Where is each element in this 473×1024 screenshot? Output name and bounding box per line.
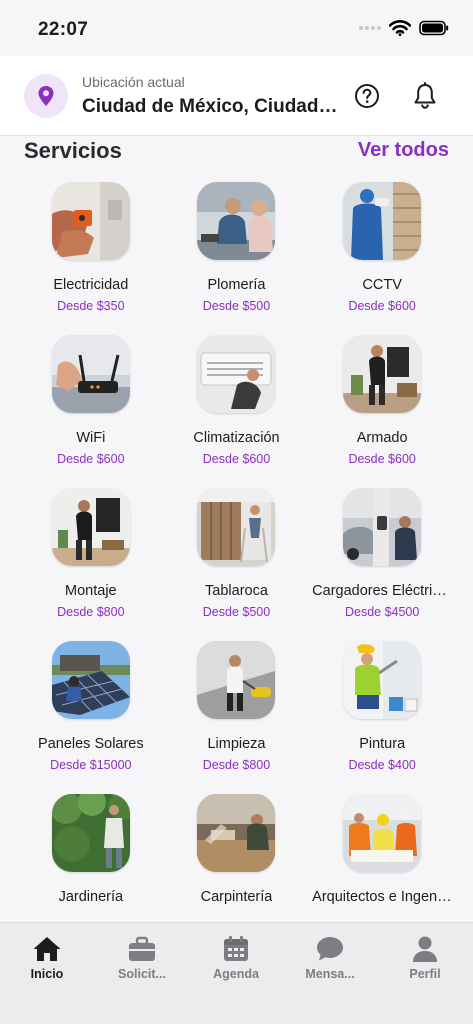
service-card-paneles-solares[interactable]: Paneles Solares Desde $15000 bbox=[18, 641, 164, 794]
painter-photo bbox=[343, 641, 422, 719]
ev-charger-photo bbox=[343, 488, 422, 566]
chat-icon bbox=[317, 937, 343, 961]
section-title: Servicios bbox=[24, 138, 122, 163]
service-name: WiFi bbox=[76, 430, 106, 446]
service-name: Paneles Solares bbox=[38, 736, 144, 752]
tab-perfil[interactable]: Perfil bbox=[385, 935, 465, 981]
status-icons bbox=[359, 20, 449, 36]
services-section-header: Servicios Ver todos bbox=[0, 136, 473, 166]
plumber-photo bbox=[197, 182, 276, 260]
solar-panels-photo bbox=[51, 641, 130, 719]
service-price: Desde $500 bbox=[202, 299, 271, 313]
service-name: Tablaroca bbox=[205, 583, 268, 599]
help-icon[interactable] bbox=[353, 82, 381, 110]
service-price: Desde $800 bbox=[202, 758, 271, 772]
tab-label: Solicit... bbox=[118, 967, 166, 981]
service-name: Plomería bbox=[207, 277, 266, 293]
service-price: Desde $600 bbox=[57, 452, 125, 466]
status-bar: 22:07 bbox=[0, 0, 473, 56]
tab-label: Mensa... bbox=[305, 967, 355, 981]
service-price: Desde $600 bbox=[348, 452, 416, 466]
cleaning-photo bbox=[197, 641, 276, 719]
tab-label: Perfil bbox=[409, 967, 441, 981]
tab-inicio[interactable]: Inicio bbox=[7, 935, 87, 981]
service-price: Desde $600 bbox=[202, 452, 271, 466]
tab-solicitudes[interactable]: Solicit... bbox=[102, 935, 182, 981]
drywall-photo bbox=[197, 488, 276, 566]
location-label: Ubicación actual bbox=[82, 74, 185, 90]
service-name: Armado bbox=[356, 430, 408, 446]
service-name: Pintura bbox=[359, 736, 406, 752]
service-price: Desde $600 bbox=[348, 299, 416, 313]
service-name: Montaje bbox=[65, 583, 117, 599]
service-name: Electricidad bbox=[53, 277, 129, 293]
service-price: Desde $15000 bbox=[50, 758, 132, 772]
see-all-link[interactable]: Ver todos bbox=[358, 139, 449, 162]
battery-icon bbox=[419, 20, 449, 36]
service-name: CCTV bbox=[362, 277, 402, 293]
service-price: Desde $400 bbox=[348, 758, 416, 772]
service-name: Carpintería bbox=[200, 889, 273, 905]
tv-mounting-photo bbox=[51, 488, 130, 566]
service-price: Desde $500 bbox=[202, 605, 271, 619]
home-icon bbox=[33, 937, 61, 961]
briefcase-icon bbox=[129, 936, 155, 961]
router-photo bbox=[51, 335, 130, 413]
tab-label: Inicio bbox=[30, 967, 64, 981]
wifi-icon bbox=[389, 20, 411, 36]
service-price: Desde $350 bbox=[57, 299, 125, 313]
person-icon bbox=[413, 936, 437, 962]
service-card-pintura[interactable]: Pintura Desde $400 bbox=[309, 641, 455, 794]
services-grid: Electricidad Desde $350 Plomería Desde $… bbox=[18, 182, 455, 947]
service-name: Jardinería bbox=[58, 889, 124, 905]
calendar-icon bbox=[224, 936, 248, 961]
service-card-wifi[interactable]: WiFi Desde $600 bbox=[18, 335, 164, 488]
tab-label: Agenda bbox=[213, 967, 259, 981]
architects-photo bbox=[343, 794, 422, 872]
tab-agenda[interactable]: Agenda bbox=[196, 935, 276, 981]
electrician-photo bbox=[51, 182, 130, 260]
service-name: Cargadores Eléctricos bbox=[312, 583, 453, 599]
service-name: Limpieza bbox=[207, 736, 266, 752]
cctv-installer-photo bbox=[343, 182, 422, 260]
service-card-cargadores-electricos[interactable]: Cargadores Eléctricos Desde $4500 bbox=[309, 488, 455, 641]
service-card-limpieza[interactable]: Limpieza Desde $800 bbox=[164, 641, 310, 794]
location-header: Ubicación actual Ciudad de México, Ciuda… bbox=[0, 56, 473, 136]
service-name: Climatización bbox=[193, 430, 280, 446]
carpentry-photo bbox=[197, 794, 276, 872]
service-price: Desde $4500 bbox=[344, 605, 420, 619]
service-price: Desde $800 bbox=[57, 605, 125, 619]
gardening-photo bbox=[51, 794, 130, 872]
air-conditioner-photo bbox=[197, 335, 276, 413]
notifications-bell-icon[interactable] bbox=[411, 82, 439, 110]
cellular-signal-icon bbox=[359, 26, 381, 30]
location-pin-icon[interactable] bbox=[24, 74, 68, 118]
service-card-climatizacion[interactable]: Climatización Desde $600 bbox=[164, 335, 310, 488]
service-card-tablaroca[interactable]: Tablaroca Desde $500 bbox=[164, 488, 310, 641]
service-card-armado[interactable]: Armado Desde $600 bbox=[309, 335, 455, 488]
service-card-cctv[interactable]: CCTV Desde $600 bbox=[309, 182, 455, 335]
service-card-montaje[interactable]: Montaje Desde $800 bbox=[18, 488, 164, 641]
location-selector[interactable]: Ciudad de México, Ciudad de México bbox=[82, 96, 342, 118]
app-screen: 22:07 Ubicación actual Ciudad de México,… bbox=[0, 0, 473, 1024]
assembly-photo bbox=[343, 335, 422, 413]
service-name: Arquitectos e Ingenieros bbox=[312, 889, 452, 905]
bottom-tab-bar: Inicio Solicit... Agenda Mensa... Perfil bbox=[0, 922, 473, 1024]
tab-mensajes[interactable]: Mensa... bbox=[290, 935, 370, 981]
service-card-electricidad[interactable]: Electricidad Desde $350 bbox=[18, 182, 164, 335]
status-time: 22:07 bbox=[38, 19, 89, 40]
service-card-plomeria[interactable]: Plomería Desde $500 bbox=[164, 182, 310, 335]
